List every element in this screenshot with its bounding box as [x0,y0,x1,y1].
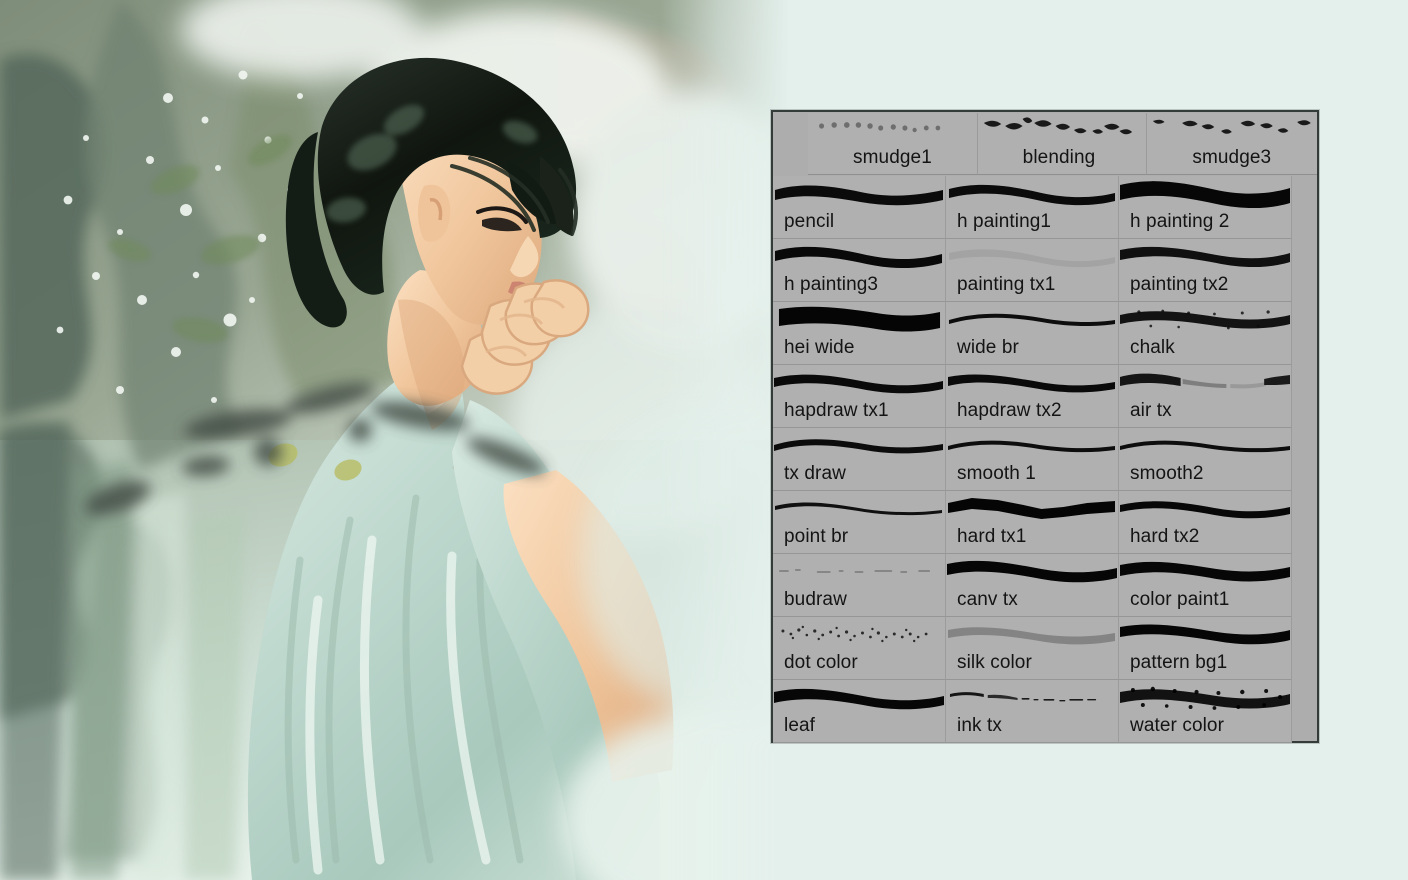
brush-preview-soft-edge-stroke [1119,239,1291,273]
brush-tab-blending[interactable]: blending [977,113,1148,175]
brush-item-ink-tx[interactable]: ink tx [946,680,1119,743]
brush-item-color-paint1[interactable]: color paint1 [1119,554,1292,617]
brush-item-silk-color[interactable]: silk color [946,617,1119,680]
brush-item-label: h painting3 [784,274,879,295]
brush-preview-thick-solid-stroke [1119,617,1291,651]
brush-item-pencil[interactable]: pencil [773,176,946,239]
brush-preview-sparse-flicks [1147,113,1317,147]
brush-tab-smudge1[interactable]: smudge1 [808,113,978,175]
brush-preview-thick-soft-stroke [773,680,945,714]
brush-preview-light-grey-wash-stroke [946,239,1118,273]
brush-preview-chunky-hard-stroke [946,491,1118,525]
brush-preview-hard-solid-stroke [1119,491,1291,525]
brush-item-label: painting tx1 [957,274,1056,295]
brush-item-label: budraw [784,589,847,610]
brush-item-label: tx draw [784,463,846,484]
brush-item-h-painting-2[interactable]: h painting 2 [1119,176,1292,239]
brush-item-hei-wide[interactable]: hei wide [773,302,946,365]
brush-preview-dry-ink-stroke [946,680,1118,714]
brush-item-painting-tx2[interactable]: painting tx2 [1119,239,1292,302]
brush-tab-row: smudge1 blending smudge3 [773,113,1317,176]
brush-item-label: pattern bg1 [1130,652,1228,673]
brush-item-h-painting3[interactable]: h painting3 [773,239,946,302]
artwork-illustration [0,0,790,880]
brush-item-label: hapdraw tx2 [957,400,1062,421]
brush-item-dot-color[interactable]: dot color [773,617,946,680]
brush-preview-thin-smooth-stroke [1119,428,1291,462]
brush-item-label: smooth 1 [957,463,1036,484]
brush-preview-dotted-dabs [808,113,977,147]
brush-item-water-color[interactable]: water color [1119,680,1292,743]
brush-preview-soft-grey-silk-stroke [946,617,1118,651]
brush-item-pattern-bg1[interactable]: pattern bg1 [1119,617,1292,680]
brush-item-label: canv tx [957,589,1018,610]
brush-preview-medium-tapered-stroke [946,365,1118,399]
brush-item-painting-tx1[interactable]: painting tx1 [946,239,1119,302]
artwork-canvas[interactable] [0,0,790,880]
brush-item-chalk[interactable]: chalk [1119,302,1292,365]
brush-item-label: hapdraw tx1 [784,400,889,421]
brush-item-label: h painting 2 [1130,211,1230,232]
brush-preview-medium-tapered-stroke [773,365,945,399]
brush-preview-thick-paint-stroke [1119,554,1291,588]
brush-preview-speckled-dot-stroke [773,617,945,651]
brush-item-label: dot color [784,652,858,673]
brush-preview-thin-smooth-stroke [946,428,1118,462]
brush-preview-choppy-dashes [978,113,1147,147]
brush-item-air-tx[interactable]: air tx [1119,365,1292,428]
panel-scroll-gutter[interactable] [1292,178,1315,739]
brush-item-label: leaf [784,715,816,736]
brush-item-label: color paint1 [1130,589,1230,610]
brush-item-tx-draw[interactable]: tx draw [773,428,946,491]
brush-library-panel[interactable]: smudge1 blending smudge3 pencil h painti… [771,110,1319,743]
brush-item-smooth-1[interactable]: smooth 1 [946,428,1119,491]
brush-preview-thick-solid-stroke [773,239,945,273]
brush-item-budraw[interactable]: budraw [773,554,946,617]
brush-item-label: h painting1 [957,211,1052,232]
brush-item-smooth2[interactable]: smooth2 [1119,428,1292,491]
brush-preview-faint-scattered-stroke [773,554,945,588]
brush-grid: pencil h painting1 h painting 2 h painti… [773,176,1294,743]
brush-item-wide-br[interactable]: wide br [946,302,1119,365]
brush-item-h-painting1[interactable]: h painting1 [946,176,1119,239]
brush-preview-grainy-chalk-stroke [1119,302,1291,336]
brush-preview-thick-rough-stroke [773,176,945,210]
brush-preview-broken-airbrush-stroke [1119,365,1291,399]
brush-preview-very-thin-stroke [773,491,945,525]
brush-item-hard-tx2[interactable]: hard tx2 [1119,491,1292,554]
brush-preview-tapered-solid-stroke [946,176,1118,210]
brush-item-label: smooth2 [1130,463,1204,484]
brush-tab-smudge3[interactable]: smudge3 [1147,113,1317,175]
brush-item-label: point br [784,526,849,547]
brush-item-leaf[interactable]: leaf [773,680,946,743]
brush-item-hapdraw-tx1[interactable]: hapdraw tx1 [773,365,946,428]
brush-item-label: silk color [957,652,1032,673]
brush-preview-very-thick-solid-stroke [1119,176,1291,210]
brush-item-label: air tx [1130,400,1172,421]
brush-preview-wide-block-stroke [773,302,945,336]
brush-item-label: pencil [784,211,835,232]
brush-item-label: painting tx2 [1130,274,1229,295]
brush-item-label: hei wide [784,337,855,358]
brush-tab-label: smudge1 [853,147,932,168]
brush-item-point-br[interactable]: point br [773,491,946,554]
brush-item-hard-tx1[interactable]: hard tx1 [946,491,1119,554]
brush-item-canv-tx[interactable]: canv tx [946,554,1119,617]
brush-preview-thick-canvas-stroke [946,554,1118,588]
brush-item-label: wide br [957,337,1019,358]
brush-preview-thin-smooth-stroke [946,302,1118,336]
brush-item-label: hard tx2 [1130,526,1200,547]
brush-tab-label: smudge3 [1192,147,1272,168]
brush-tab-label: blending [1022,147,1096,168]
brush-item-label: chalk [1130,337,1175,358]
brush-item-label: hard tx1 [957,526,1027,547]
brush-preview-rough-watercolor-stroke [1119,680,1291,714]
brush-item-hapdraw-tx2[interactable]: hapdraw tx2 [946,365,1119,428]
brush-item-label: water color [1130,715,1225,736]
brush-preview-tapered-textured-stroke [773,428,945,462]
brush-item-label: ink tx [957,715,1002,736]
